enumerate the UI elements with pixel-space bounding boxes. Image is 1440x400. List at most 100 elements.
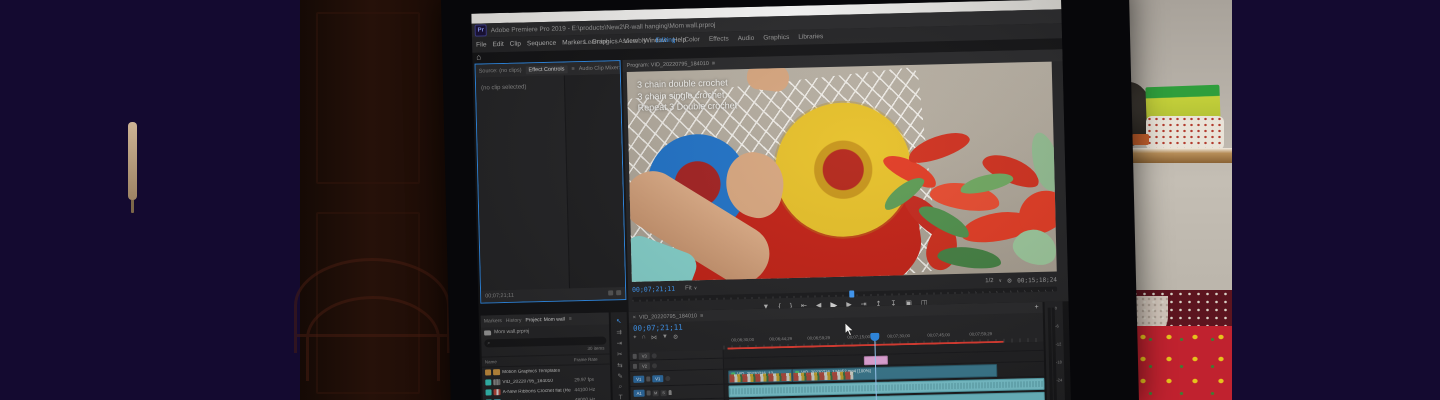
lock-icon[interactable] <box>646 376 650 381</box>
label-chip[interactable] <box>485 369 491 375</box>
menu-sequence[interactable]: Sequence <box>527 40 556 48</box>
meter-tick: 0 <box>1055 306 1057 311</box>
tab-markers[interactable]: Markers <box>484 318 502 324</box>
selection-tool-icon[interactable]: ↖ <box>616 317 622 325</box>
settings-wrench-icon[interactable]: ⚙ <box>1007 277 1013 284</box>
tab-source[interactable]: Source: (no clips) <box>479 67 522 74</box>
program-duration: 00;15;18;24 <box>1017 276 1057 284</box>
meter-tick: -12 <box>1055 341 1061 346</box>
pen-tool-icon[interactable]: ✎ <box>617 372 623 380</box>
workspace-editing[interactable]: Editing <box>655 37 675 44</box>
linked-selection-icon[interactable]: ⋈ <box>651 334 657 341</box>
program-current-timecode: 00;07;21;11 <box>632 285 675 294</box>
program-menu-icon[interactable]: ≡ <box>712 61 715 67</box>
timeline-menu-icon[interactable]: ≡ <box>700 313 703 319</box>
snap-magnet-icon[interactable]: ∩ <box>642 335 646 342</box>
label-chip[interactable] <box>485 389 491 395</box>
premiere-screen: Pr Adobe Premiere Pro 2019 - E:\products… <box>471 0 1071 400</box>
zoom-level-select[interactable]: Fit <box>685 285 692 291</box>
no-clip-message: (no clip selected) <box>481 84 526 91</box>
close-icon[interactable]: × <box>633 314 636 320</box>
bin-name: Mom wall.prproj <box>494 328 529 335</box>
cart-frame <box>306 296 440 381</box>
workspace-libraries[interactable]: Libraries <box>798 33 823 41</box>
mouse-cursor-icon <box>844 322 854 341</box>
track-target-v2[interactable]: V2 <box>639 362 650 369</box>
tools-panel: ↖ ⇉ ⇥ ✂ ⇆ ✎ ⌕ T <box>611 312 630 400</box>
panel-menu-icon[interactable]: ≡ <box>571 66 574 72</box>
bin-icon <box>484 330 491 335</box>
nest-toggle-icon[interactable]: ⌖ <box>633 335 637 342</box>
project-panel: Markers History Project: Mom wall ≡ Mom … <box>481 312 612 400</box>
tab-effect-controls[interactable]: Effect Controls <box>525 65 567 74</box>
audio-meters-panel: 0 -6 -12 -18 -24 <box>1045 301 1066 400</box>
label-chip[interactable] <box>485 379 491 385</box>
track-header-a1[interactable]: A1 M S <box>630 385 724 400</box>
tab-project[interactable]: Project: Mom wall <box>525 317 565 324</box>
add-tracks-icon[interactable]: + <box>1034 304 1038 311</box>
track-output-eye-icon[interactable] <box>652 363 657 368</box>
menu-markers[interactable]: Markers <box>562 39 586 47</box>
chevron-down-icon: ∨ <box>694 285 697 291</box>
effect-controls-timeline-area <box>564 74 625 288</box>
track-header-v1[interactable]: V1 V1 <box>630 370 724 386</box>
tab-history[interactable]: History <box>506 318 522 324</box>
workspace-learning[interactable]: Learning <box>584 38 609 46</box>
timeline-settings-icon[interactable]: ⚙ <box>673 334 679 341</box>
menu-file[interactable]: File <box>476 41 487 48</box>
workspace-effects[interactable]: Effects <box>709 35 729 42</box>
row-rate <box>574 370 607 371</box>
track-output-eye-icon[interactable] <box>665 375 670 380</box>
project-menu-icon[interactable]: ≡ <box>569 316 572 322</box>
home-icon[interactable]: ⌂ <box>476 54 481 62</box>
ruler-label: 00;06;44;29 <box>769 336 792 342</box>
effect-controls-bottom-icons <box>605 290 621 297</box>
type-tool-icon[interactable]: T <box>619 394 623 400</box>
caption-line-3: Repeat 3 Double crochet <box>638 100 738 114</box>
keyframe-icon[interactable] <box>616 290 621 295</box>
timeline-tab[interactable]: VID_20220795_184010 <box>639 313 697 320</box>
lock-icon[interactable] <box>633 353 637 358</box>
track-target-v3[interactable]: V3 <box>639 352 650 359</box>
zoom-fit-icon[interactable] <box>608 290 613 295</box>
search-input[interactable] <box>492 337 603 346</box>
row-name: VID_20220795_184010 <box>502 378 572 385</box>
ruler-label: 00;07;59;29 <box>969 331 992 337</box>
slip-tool-icon[interactable]: ⇆ <box>617 361 623 369</box>
workspace-audio[interactable]: Audio <box>738 35 755 42</box>
hand-tool-icon[interactable]: ⌕ <box>619 383 623 391</box>
menu-edit[interactable]: Edit <box>492 41 503 48</box>
track-select-tool-icon[interactable]: ⇉ <box>616 328 622 336</box>
workspace-graphics[interactable]: Graphics <box>763 34 789 42</box>
sequence-icon <box>493 379 500 385</box>
workspace-color[interactable]: Color <box>684 36 700 43</box>
source-patch-v1[interactable]: V1 <box>633 375 644 382</box>
mute-button[interactable]: M <box>653 390 659 396</box>
microphone-icon[interactable] <box>669 390 672 395</box>
column-name[interactable]: Name <box>485 357 574 364</box>
program-monitor-panel: Program: VID_20220795_184010 ≡ <box>622 49 1068 312</box>
timeline-timecode: 00;07;21;11 <box>633 323 683 333</box>
video-clip-1[interactable]: VID_20220716_13 <box>728 369 792 384</box>
row-rate: 44100 Hz <box>574 387 607 393</box>
tab-program[interactable]: Program: VID_20220795_184010 <box>627 61 709 69</box>
ripple-edit-tool-icon[interactable]: ⇥ <box>617 339 623 347</box>
track-output-eye-icon[interactable] <box>652 353 657 358</box>
playback-resolution-select[interactable]: 1/2 <box>985 278 993 284</box>
solo-button[interactable]: S <box>661 390 667 396</box>
lock-icon[interactable] <box>633 363 637 368</box>
meter-tick: -24 <box>1056 377 1062 382</box>
track-target-v1[interactable]: V1 <box>652 375 663 382</box>
row-rate: 29.97 fps <box>574 377 607 383</box>
column-frame-rate[interactable]: Frame Rate <box>574 357 607 363</box>
cart-bar <box>294 334 454 337</box>
source-patch-a1[interactable]: A1 <box>634 390 645 397</box>
workspace-assembly[interactable]: Assembly <box>618 37 646 45</box>
door-handle <box>128 122 137 200</box>
razor-tool-icon[interactable]: ✂ <box>617 350 623 358</box>
menu-clip[interactable]: Clip <box>510 41 521 48</box>
premiere-app-icon: Pr <box>475 24 487 36</box>
tab-audio-clip-mixer[interactable]: Audio Clip Mixer: V <box>579 64 620 71</box>
lock-icon[interactable] <box>647 390 651 395</box>
add-marker-icon[interactable]: ▼ <box>662 334 668 341</box>
